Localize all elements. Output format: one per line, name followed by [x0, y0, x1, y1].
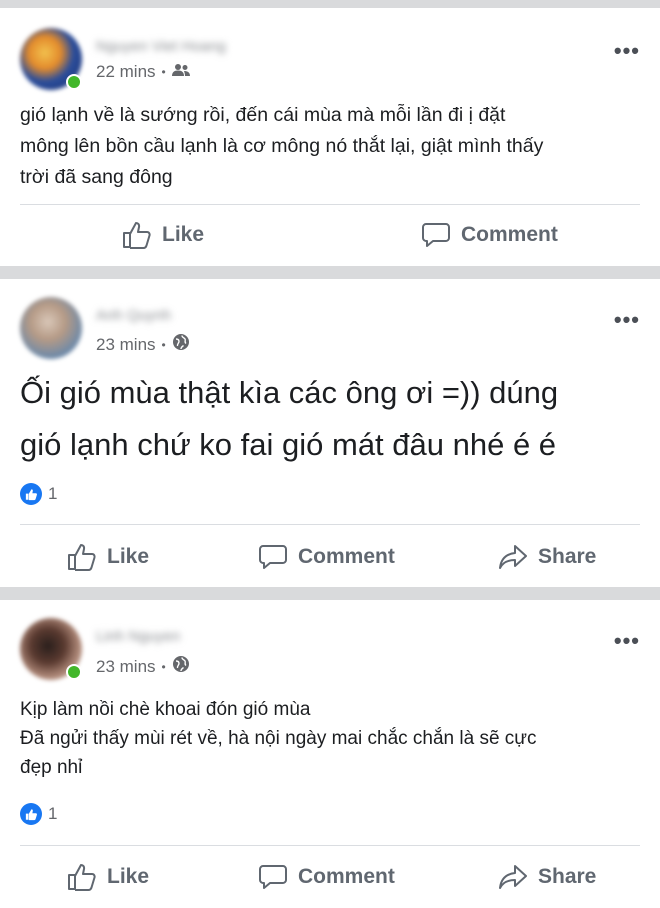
author-name[interactable]: Anh Quynh	[96, 307, 171, 324]
friends-icon[interactable]	[171, 62, 190, 82]
news-feed: Nguyen Viet Hoang 22 mins • ••• gió lạnh…	[0, 0, 660, 908]
reaction-count: 1	[48, 484, 58, 503]
post-meta: 23 mins •	[96, 655, 190, 678]
online-status-dot	[66, 74, 82, 90]
post-time[interactable]: 23 mins	[96, 335, 156, 355]
post-text-line: mông lên bồn cầu lạnh là cơ mông nó thắt…	[20, 135, 544, 157]
share-button[interactable]: Share	[498, 863, 596, 891]
post-actions: Like Comment	[0, 211, 660, 261]
post-time[interactable]: 23 mins	[96, 657, 156, 677]
post-card-2: Anh Quynh 23 mins • ••• Ối gió mùa thật …	[0, 279, 660, 587]
reactions-summary[interactable]: 1	[20, 483, 57, 505]
post-text-line: gió lạnh chứ ko fai gió mát đâu nhé é é	[20, 427, 557, 462]
share-label: Share	[538, 865, 597, 888]
online-status-dot	[66, 664, 82, 680]
post-text-line: đẹp nhỉ	[20, 757, 83, 778]
author-name[interactable]: Linh Nguyen	[96, 628, 180, 645]
post-header: Nguyen Viet Hoang 22 mins • •••	[0, 8, 660, 90]
post-text-line: Ối gió mùa thật kìa các ông ơi =)) dúng	[20, 375, 559, 410]
post-card-3: Linh Nguyen 23 mins • ••• Kịp làm nồi ch…	[0, 600, 660, 908]
post-text: Ối gió mùa thật kìa các ông ơi =)) dúng …	[20, 367, 642, 471]
like-button[interactable]: Like	[67, 863, 149, 891]
comment-label: Comment	[298, 545, 395, 568]
more-options-icon[interactable]: •••	[614, 630, 640, 652]
share-label: Share	[538, 545, 597, 568]
comment-icon	[258, 543, 288, 571]
divider	[20, 845, 640, 846]
thumbs-up-icon	[67, 863, 97, 891]
globe-icon[interactable]	[172, 655, 190, 678]
globe-icon[interactable]	[172, 333, 190, 356]
post-text-line: Kịp làm nồi chè khoai đón gió mùa	[20, 699, 311, 720]
comment-button[interactable]: Comment	[258, 543, 395, 571]
post-text: gió lạnh về là sướng rồi, đến cái mùa mà…	[20, 100, 642, 193]
comment-icon	[258, 863, 288, 891]
reactions-summary[interactable]: 1	[20, 803, 57, 825]
post-meta: 22 mins •	[96, 62, 190, 82]
post-meta: 23 mins •	[96, 333, 190, 356]
post-card-1: Nguyen Viet Hoang 22 mins • ••• gió lạnh…	[0, 8, 660, 266]
share-icon	[498, 543, 528, 571]
like-button[interactable]: Like	[67, 543, 149, 571]
post-text-line: Đã ngửi thấy mùi rét về, hà nội ngày mai…	[20, 728, 537, 749]
divider	[20, 204, 640, 205]
separator-dot: •	[161, 337, 166, 352]
post-text: Kịp làm nồi chè khoai đón gió mùa Đã ngử…	[20, 695, 642, 782]
post-text-line: gió lạnh về là sướng rồi, đến cái mùa mà…	[20, 104, 506, 126]
like-button[interactable]: Like	[122, 221, 204, 249]
share-icon	[498, 863, 528, 891]
comment-icon	[421, 221, 451, 249]
like-label: Like	[107, 545, 150, 568]
comment-label: Comment	[461, 223, 558, 246]
separator-dot: •	[161, 659, 166, 674]
comment-button[interactable]: Comment	[421, 221, 558, 249]
reaction-count: 1	[48, 804, 58, 823]
more-options-icon[interactable]: •••	[614, 40, 640, 62]
post-actions: Like Comment Share	[0, 853, 660, 903]
like-reaction-icon	[20, 483, 42, 505]
avatar[interactable]	[20, 297, 82, 359]
post-time[interactable]: 22 mins	[96, 62, 156, 82]
separator-dot: •	[161, 65, 166, 79]
post-header: Linh Nguyen 23 mins • •••	[0, 600, 660, 680]
post-actions: Like Comment Share	[0, 533, 660, 583]
like-reaction-icon	[20, 803, 42, 825]
comment-button[interactable]: Comment	[258, 863, 395, 891]
comment-label: Comment	[298, 865, 395, 888]
thumbs-up-icon	[67, 543, 97, 571]
like-label: Like	[162, 223, 205, 246]
author-name[interactable]: Nguyen Viet Hoang	[96, 38, 226, 55]
like-label: Like	[107, 865, 150, 888]
thumbs-up-icon	[122, 221, 152, 249]
more-options-icon[interactable]: •••	[614, 309, 640, 331]
post-text-line: trời đã sang đông	[20, 166, 173, 188]
divider	[20, 524, 640, 525]
share-button[interactable]: Share	[498, 543, 596, 571]
post-header: Anh Quynh 23 mins • •••	[0, 279, 660, 359]
